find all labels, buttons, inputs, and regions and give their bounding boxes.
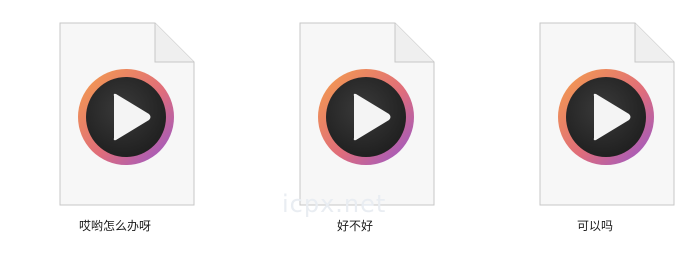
media-file-play-icon: [299, 22, 435, 206]
file-name-label: 可以吗: [576, 219, 613, 233]
media-file-play-icon: [59, 22, 195, 206]
file-name-label: 好不好: [336, 219, 373, 233]
file-explorer-view: 哎哟怎么办呀 好不好 可以吗 icpx.net: [0, 0, 698, 273]
media-file-play-icon: [539, 22, 675, 206]
file-item[interactable]: 哎哟怎么办呀: [35, 0, 195, 250]
watermark-text: icpx.net: [282, 190, 387, 218]
file-name-label: 哎哟怎么办呀: [78, 219, 151, 233]
file-item[interactable]: 可以吗: [515, 0, 675, 250]
